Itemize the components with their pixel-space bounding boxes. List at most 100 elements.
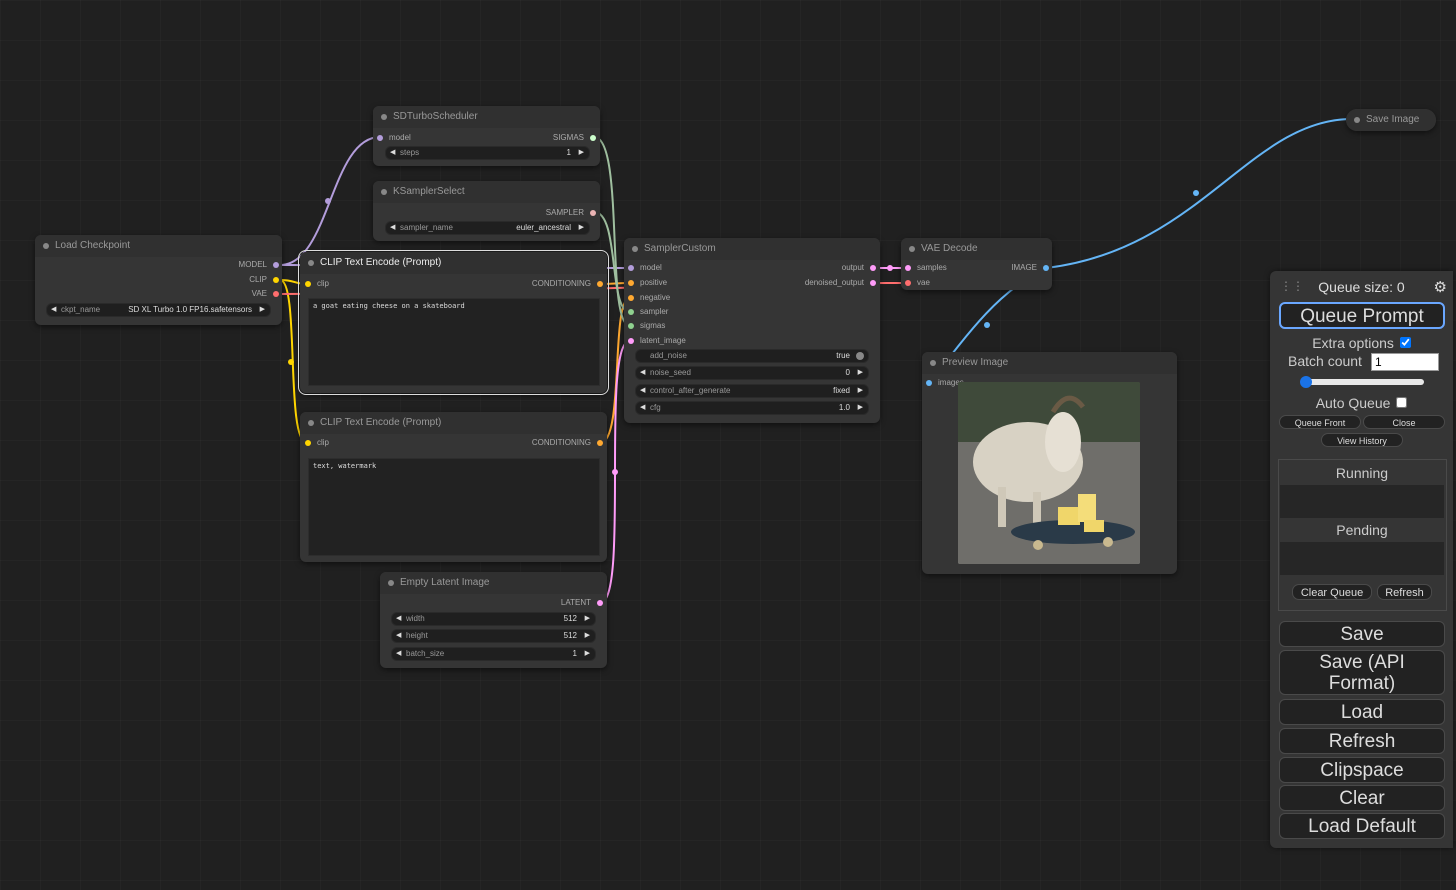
collapse-dot-icon[interactable] bbox=[308, 260, 314, 266]
increment-arrow-icon[interactable]: ▶ bbox=[858, 385, 863, 397]
input-slot-samples[interactable]: samples bbox=[905, 262, 947, 274]
increment-arrow-icon[interactable]: ▶ bbox=[585, 648, 590, 660]
input-slot-clip[interactable]: clip bbox=[305, 278, 329, 290]
decrement-arrow-icon[interactable]: ◀ bbox=[396, 613, 401, 625]
widget-add-noise[interactable]: add_noise true bbox=[635, 349, 869, 363]
node-title[interactable]: CLIP Text Encode (Prompt) bbox=[300, 252, 607, 274]
node-title[interactable]: Preview Image bbox=[922, 352, 1177, 374]
queue-prompt-button[interactable]: Queue Prompt bbox=[1279, 302, 1445, 329]
widget-sampler-name[interactable]: ◀ sampler_name euler_ancestral ▶ bbox=[385, 221, 590, 235]
input-slot-model[interactable]: model bbox=[628, 262, 662, 274]
input-slot-latent-image[interactable]: latent_image bbox=[628, 335, 686, 347]
node-title[interactable]: Empty Latent Image bbox=[380, 572, 607, 594]
widget-steps[interactable]: ◀ steps 1 ▶ bbox=[385, 146, 590, 160]
node-sd-turbo-scheduler[interactable]: SDTurboScheduler model SIGMAS ◀ steps 1 ▶ bbox=[373, 106, 600, 166]
node-save-image[interactable]: Save Image bbox=[1346, 109, 1436, 131]
widget-batch-size[interactable]: ◀ batch_size 1 ▶ bbox=[391, 647, 596, 661]
collapse-dot-icon[interactable] bbox=[381, 114, 387, 120]
increment-arrow-icon[interactable]: ▶ bbox=[858, 367, 863, 379]
increment-arrow-icon[interactable]: ▶ bbox=[585, 630, 590, 642]
node-vae-decode[interactable]: VAE Decode samples vae IMAGE bbox=[901, 238, 1052, 290]
clipspace-button[interactable]: Clipspace bbox=[1279, 757, 1445, 783]
node-title[interactable]: KSamplerSelect bbox=[373, 181, 600, 203]
clear-queue-button[interactable]: Clear Queue bbox=[1292, 584, 1372, 600]
node-sampler-custom[interactable]: SamplerCustom model positive negative sa… bbox=[624, 238, 880, 423]
output-slot-sigmas[interactable]: SIGMAS bbox=[553, 132, 596, 144]
node-clip-text-encode-negative[interactable]: CLIP Text Encode (Prompt) clip CONDITION… bbox=[300, 412, 607, 562]
increment-arrow-icon[interactable]: ▶ bbox=[260, 304, 265, 316]
collapse-dot-icon[interactable] bbox=[930, 360, 936, 366]
node-title[interactable]: VAE Decode bbox=[901, 238, 1052, 260]
decrement-arrow-icon[interactable]: ◀ bbox=[640, 402, 645, 414]
output-slot-conditioning[interactable]: CONDITIONING bbox=[532, 278, 603, 290]
output-slot-sampler[interactable]: SAMPLER bbox=[546, 207, 596, 219]
node-title[interactable]: SDTurboScheduler bbox=[373, 106, 600, 128]
output-slot-clip[interactable]: CLIP bbox=[249, 274, 279, 286]
collapse-dot-icon[interactable] bbox=[308, 420, 314, 426]
decrement-arrow-icon[interactable]: ◀ bbox=[640, 367, 645, 379]
input-slot-clip[interactable]: clip bbox=[305, 437, 329, 449]
node-title[interactable]: SamplerCustom bbox=[624, 238, 880, 260]
prompt-textarea[interactable]: a goat eating cheese on a skateboard bbox=[308, 298, 600, 386]
collapse-dot-icon[interactable] bbox=[388, 580, 394, 586]
collapse-dot-icon[interactable] bbox=[632, 246, 638, 252]
save-api-format-button[interactable]: Save (API Format) bbox=[1279, 650, 1445, 695]
node-title[interactable]: CLIP Text Encode (Prompt) bbox=[300, 412, 607, 434]
input-slot-positive[interactable]: positive bbox=[628, 277, 667, 289]
node-empty-latent-image[interactable]: Empty Latent Image LATENT ◀ width 512 ▶ ◀ he… bbox=[380, 572, 607, 668]
batch-count-slider[interactable] bbox=[1300, 376, 1424, 388]
decrement-arrow-icon[interactable]: ◀ bbox=[51, 304, 56, 316]
auto-queue-checkbox[interactable] bbox=[1396, 397, 1408, 408]
increment-arrow-icon[interactable]: ▶ bbox=[585, 613, 590, 625]
load-default-button[interactable]: Load Default bbox=[1279, 813, 1445, 839]
collapse-dot-icon[interactable] bbox=[1354, 117, 1360, 123]
widget-noise-seed[interactable]: ◀ noise_seed 0 ▶ bbox=[635, 366, 869, 380]
load-button[interactable]: Load bbox=[1279, 699, 1445, 725]
decrement-arrow-icon[interactable]: ◀ bbox=[390, 222, 395, 234]
output-slot-vae[interactable]: VAE bbox=[252, 288, 279, 300]
widget-cfg[interactable]: ◀ cfg 1.0 ▶ bbox=[635, 401, 869, 415]
increment-arrow-icon[interactable]: ▶ bbox=[579, 147, 584, 159]
close-button[interactable]: Close bbox=[1363, 415, 1445, 429]
output-slot-model[interactable]: MODEL bbox=[239, 259, 279, 271]
widget-control-after-generate[interactable]: ◀ control_after_generate fixed ▶ bbox=[635, 384, 869, 398]
clear-button[interactable]: Clear bbox=[1279, 785, 1445, 811]
queue-front-button[interactable]: Queue Front bbox=[1279, 415, 1361, 429]
slider-thumb[interactable] bbox=[1300, 376, 1312, 388]
output-slot-latent[interactable]: LATENT bbox=[561, 597, 603, 609]
output-slot-output[interactable]: output bbox=[842, 262, 876, 274]
decrement-arrow-icon[interactable]: ◀ bbox=[396, 630, 401, 642]
output-slot-image[interactable]: IMAGE bbox=[1011, 262, 1049, 274]
input-slot-negative[interactable]: negative bbox=[628, 292, 670, 304]
decrement-arrow-icon[interactable]: ◀ bbox=[640, 385, 645, 397]
input-slot-sigmas[interactable]: sigmas bbox=[628, 320, 665, 332]
collapse-dot-icon[interactable] bbox=[43, 243, 49, 249]
toggle-knob-icon[interactable] bbox=[856, 352, 864, 360]
prompt-textarea[interactable]: text, watermark bbox=[308, 458, 600, 556]
node-clip-text-encode-positive[interactable]: CLIP Text Encode (Prompt) clip CONDITION… bbox=[298, 250, 609, 395]
node-ksampler-select[interactable]: KSamplerSelect SAMPLER ◀ sampler_name eule… bbox=[373, 181, 600, 241]
input-slot-model[interactable]: model bbox=[377, 132, 411, 144]
widget-width[interactable]: ◀ width 512 ▶ bbox=[391, 612, 596, 626]
refresh-queue-button[interactable]: Refresh bbox=[1377, 584, 1432, 600]
generated-image-goat-skateboard[interactable] bbox=[958, 382, 1140, 564]
decrement-arrow-icon[interactable]: ◀ bbox=[396, 648, 401, 660]
refresh-button[interactable]: Refresh bbox=[1279, 728, 1445, 754]
input-slot-vae[interactable]: vae bbox=[905, 277, 930, 289]
widget-ckpt-name[interactable]: ◀ ckpt_name SD XL Turbo 1.0 FP16.safetenso… bbox=[46, 303, 271, 317]
output-slot-denoised-output[interactable]: denoised_output bbox=[805, 277, 876, 289]
settings-gear-icon[interactable]: ⚙ bbox=[1434, 278, 1447, 296]
batch-count-input[interactable] bbox=[1371, 353, 1439, 371]
save-button[interactable]: Save bbox=[1279, 621, 1445, 647]
node-title[interactable]: Load Checkpoint bbox=[35, 235, 282, 257]
node-title[interactable]: Save Image bbox=[1346, 109, 1436, 131]
decrement-arrow-icon[interactable]: ◀ bbox=[390, 147, 395, 159]
increment-arrow-icon[interactable]: ▶ bbox=[858, 402, 863, 414]
node-preview-image[interactable]: Preview Image images bbox=[922, 352, 1177, 574]
widget-height[interactable]: ◀ height 512 ▶ bbox=[391, 629, 596, 643]
increment-arrow-icon[interactable]: ▶ bbox=[579, 222, 584, 234]
node-load-checkpoint[interactable]: Load Checkpoint MODEL CLIP VAE ◀ ckpt_nam… bbox=[35, 235, 282, 325]
output-slot-conditioning[interactable]: CONDITIONING bbox=[532, 437, 603, 449]
collapse-dot-icon[interactable] bbox=[381, 189, 387, 195]
collapse-dot-icon[interactable] bbox=[909, 246, 915, 252]
